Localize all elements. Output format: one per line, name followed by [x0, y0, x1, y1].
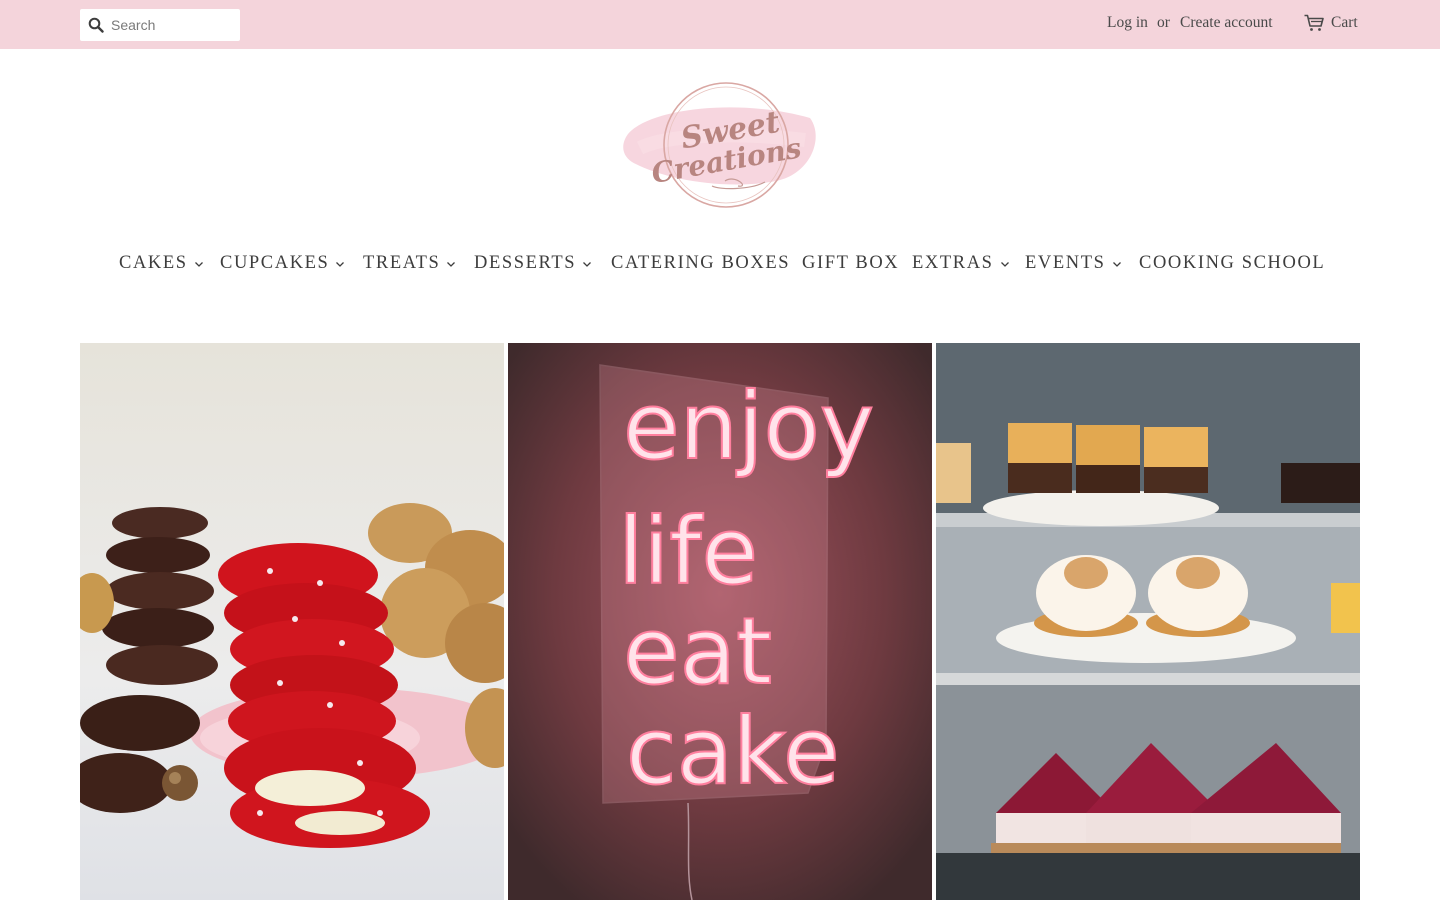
nav-item-catering-boxes[interactable]: CATERING BOXES: [611, 251, 790, 277]
nav-item-desserts[interactable]: DESSERTS: [474, 251, 592, 277]
create-account-link[interactable]: Create account: [1180, 14, 1273, 32]
nav-label[interactable]: TREATS: [363, 253, 440, 273]
search-input[interactable]: [111, 15, 231, 35]
neon-sign-photo: enjoy life eat cake: [508, 343, 932, 900]
gallery-image-cookies[interactable]: [80, 343, 504, 900]
neon-word: enjoy: [623, 373, 874, 480]
nav-label[interactable]: EVENTS: [1025, 253, 1106, 273]
chevron-down-icon[interactable]: [335, 259, 345, 269]
chevron-down-icon[interactable]: [1112, 259, 1122, 269]
cart-icon[interactable]: [1304, 14, 1324, 32]
nav-item-events[interactable]: EVENTS: [1025, 251, 1122, 277]
login-link[interactable]: Log in: [1107, 14, 1148, 32]
login-link-text[interactable]: Log in: [1107, 14, 1148, 31]
chevron-down-icon[interactable]: [194, 259, 204, 269]
nav-item-cooking-school[interactable]: COOKING SCHOOL: [1139, 251, 1325, 277]
nav-label[interactable]: CUPCAKES: [220, 253, 329, 273]
chevron-down-icon[interactable]: [1000, 259, 1010, 269]
nav-label[interactable]: CATERING BOXES: [611, 253, 790, 273]
neon-word: cake: [626, 698, 840, 805]
nav-item-gift-box[interactable]: GIFT BOX: [802, 251, 899, 277]
search-box[interactable]: [80, 9, 240, 41]
neon-word: eat: [623, 598, 772, 705]
or-text: or: [1157, 14, 1170, 31]
chevron-down-icon[interactable]: [446, 259, 456, 269]
logo-graphic: Sweet Creations: [623, 82, 816, 208]
nav-label[interactable]: COOKING SCHOOL: [1139, 253, 1325, 273]
main-nav: CAKES CUPCAKES TREATS DESSERTS CATERING …: [0, 251, 1440, 277]
neon-word: life: [618, 498, 758, 605]
search-icon[interactable]: [88, 17, 104, 33]
nav-label[interactable]: GIFT BOX: [802, 253, 899, 273]
gallery-image-neon-sign[interactable]: enjoy life eat cake: [508, 343, 932, 900]
nav-item-cupcakes[interactable]: CUPCAKES: [220, 251, 345, 277]
nav-label[interactable]: CAKES: [119, 253, 188, 273]
nav-label[interactable]: DESSERTS: [474, 253, 576, 273]
create-account-link-text[interactable]: Create account: [1180, 14, 1273, 31]
nav-label[interactable]: EXTRAS: [912, 253, 994, 273]
site-logo[interactable]: Sweet Creations: [620, 78, 820, 214]
dessert-display-photo: [936, 343, 1360, 900]
cookies-photo: [80, 343, 504, 900]
nav-item-treats[interactable]: TREATS: [363, 251, 456, 277]
chevron-down-icon[interactable]: [582, 259, 592, 269]
gallery-image-dessert-display[interactable]: [936, 343, 1360, 900]
nav-item-extras[interactable]: EXTRAS: [912, 251, 1010, 277]
top-bar: Log in or Create account Cart: [0, 0, 1440, 49]
nav-item-cakes[interactable]: CAKES: [119, 251, 204, 277]
cart-link[interactable]: Cart: [1331, 14, 1358, 32]
